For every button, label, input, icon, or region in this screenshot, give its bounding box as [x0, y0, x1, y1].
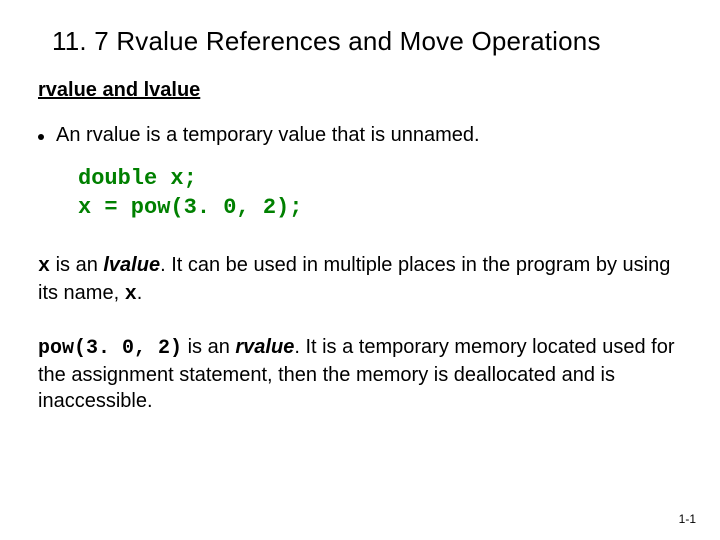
var-x: x: [38, 255, 50, 278]
bullet-dot-icon: [38, 134, 44, 140]
code-line-2: x = pow(3. 0, 2);: [78, 195, 302, 220]
code-line-1: double x;: [78, 166, 197, 191]
term-lvalue: lvalue: [103, 254, 160, 276]
paragraph-rvalue: pow(3. 0, 2) is an rvalue. It is a tempo…: [38, 334, 682, 414]
p1-a: is an: [50, 254, 103, 276]
p1-c: .: [137, 282, 143, 304]
bullet-post: is a temporary value that is unnamed.: [141, 124, 480, 146]
page-number: 1-1: [679, 512, 696, 526]
bullet-term: rvalue: [86, 124, 140, 146]
slide: 11. 7 Rvalue References and Move Operati…: [0, 0, 720, 540]
subheading: rvalue and lvalue: [38, 79, 682, 102]
bullet-pre: An: [56, 124, 86, 146]
p2-a: is an: [182, 336, 235, 358]
bullet-item: An rvalue is a temporary value that is u…: [38, 124, 682, 147]
expr-pow: pow(3. 0, 2): [38, 337, 182, 360]
var-x2: x: [125, 283, 137, 306]
code-block: double x; x = pow(3. 0, 2);: [78, 165, 682, 222]
term-rvalue: rvalue: [235, 336, 294, 358]
section-title: 11. 7 Rvalue References and Move Operati…: [52, 26, 682, 57]
bullet-text: An rvalue is a temporary value that is u…: [56, 124, 480, 147]
paragraph-lvalue: x is an lvalue. It can be used in multip…: [38, 252, 682, 308]
